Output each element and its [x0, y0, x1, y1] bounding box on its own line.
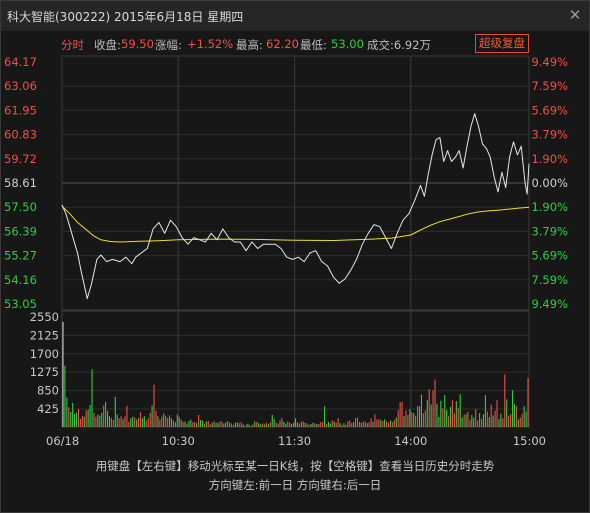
price-axis-tick: 58.61	[4, 176, 37, 190]
volume-axis-tick: 2125	[30, 328, 59, 342]
intraday-chart[interactable]: 64.17 9.49% 63.06 7.59% 61.95 5.69% 60.83 3.79%…	[1, 1, 589, 453]
price-axis-tick: 64.17	[4, 55, 37, 69]
chart-window: 科大智能(300222) 2015年6月18日 星期四 ✕ 分时 收盘: 59.…	[0, 0, 590, 513]
volume-axis-tick: 2550	[30, 310, 59, 324]
volume-axis-tick: 425	[37, 402, 59, 416]
price-axis-tick: 60.83	[4, 128, 37, 142]
price-axis-tick: 57.50	[4, 200, 37, 214]
price-axis-tick: 55.27	[4, 249, 37, 263]
volume-axis-tick: 1275	[30, 365, 59, 379]
percent-axis-tick: 9.49%	[531, 297, 568, 311]
percent-axis-tick: 7.59%	[531, 273, 568, 287]
average-price-line	[61, 205, 530, 243]
price-axis-tick: 53.05	[4, 297, 37, 311]
percent-axis-tick: 5.69%	[531, 249, 568, 263]
percent-axis-tick: 1.90%	[531, 152, 568, 166]
footer-hint: 用键盘【左右键】移动光标至某一日K线，按【空格键】查看当日历史分时走势 方向键左…	[1, 457, 589, 495]
footer-hint-line2: 方向键左:前一日 方向键右:后一日	[208, 478, 382, 492]
price-axis-tick: 54.16	[4, 273, 37, 287]
price-axis-tick: 61.95	[4, 103, 37, 117]
volume-axis-tick: 850	[37, 384, 59, 398]
time-axis-tick: 11:30	[278, 434, 311, 448]
percent-axis-tick: 3.79%	[531, 128, 568, 142]
price-axis-tick: 59.72	[4, 152, 37, 166]
volume-axis-tick: 1700	[30, 347, 59, 361]
percent-axis-tick: 9.49%	[531, 55, 568, 69]
time-axis-tick: 10:30	[162, 434, 195, 448]
price-axis-tick: 63.06	[4, 79, 37, 93]
time-axis-tick: 06/18	[46, 434, 79, 448]
percent-axis-tick: 5.69%	[531, 103, 568, 117]
footer-hint-line1: 用键盘【左右键】移动光标至某一日K线，按【空格键】查看当日历史分时走势	[95, 459, 495, 473]
time-axis-tick: 14:00	[394, 434, 427, 448]
price-line	[61, 113, 530, 300]
volume-panel-frame	[61, 310, 530, 428]
percent-axis-tick: 1.90%	[531, 200, 568, 214]
time-axis-tick: 15:00	[513, 434, 546, 448]
percent-axis-tick: 7.59%	[531, 79, 568, 93]
price-axis-tick: 56.39	[4, 224, 37, 238]
percent-axis-tick: 3.79%	[531, 224, 568, 238]
percent-axis-tick: 0.00%	[531, 176, 568, 190]
